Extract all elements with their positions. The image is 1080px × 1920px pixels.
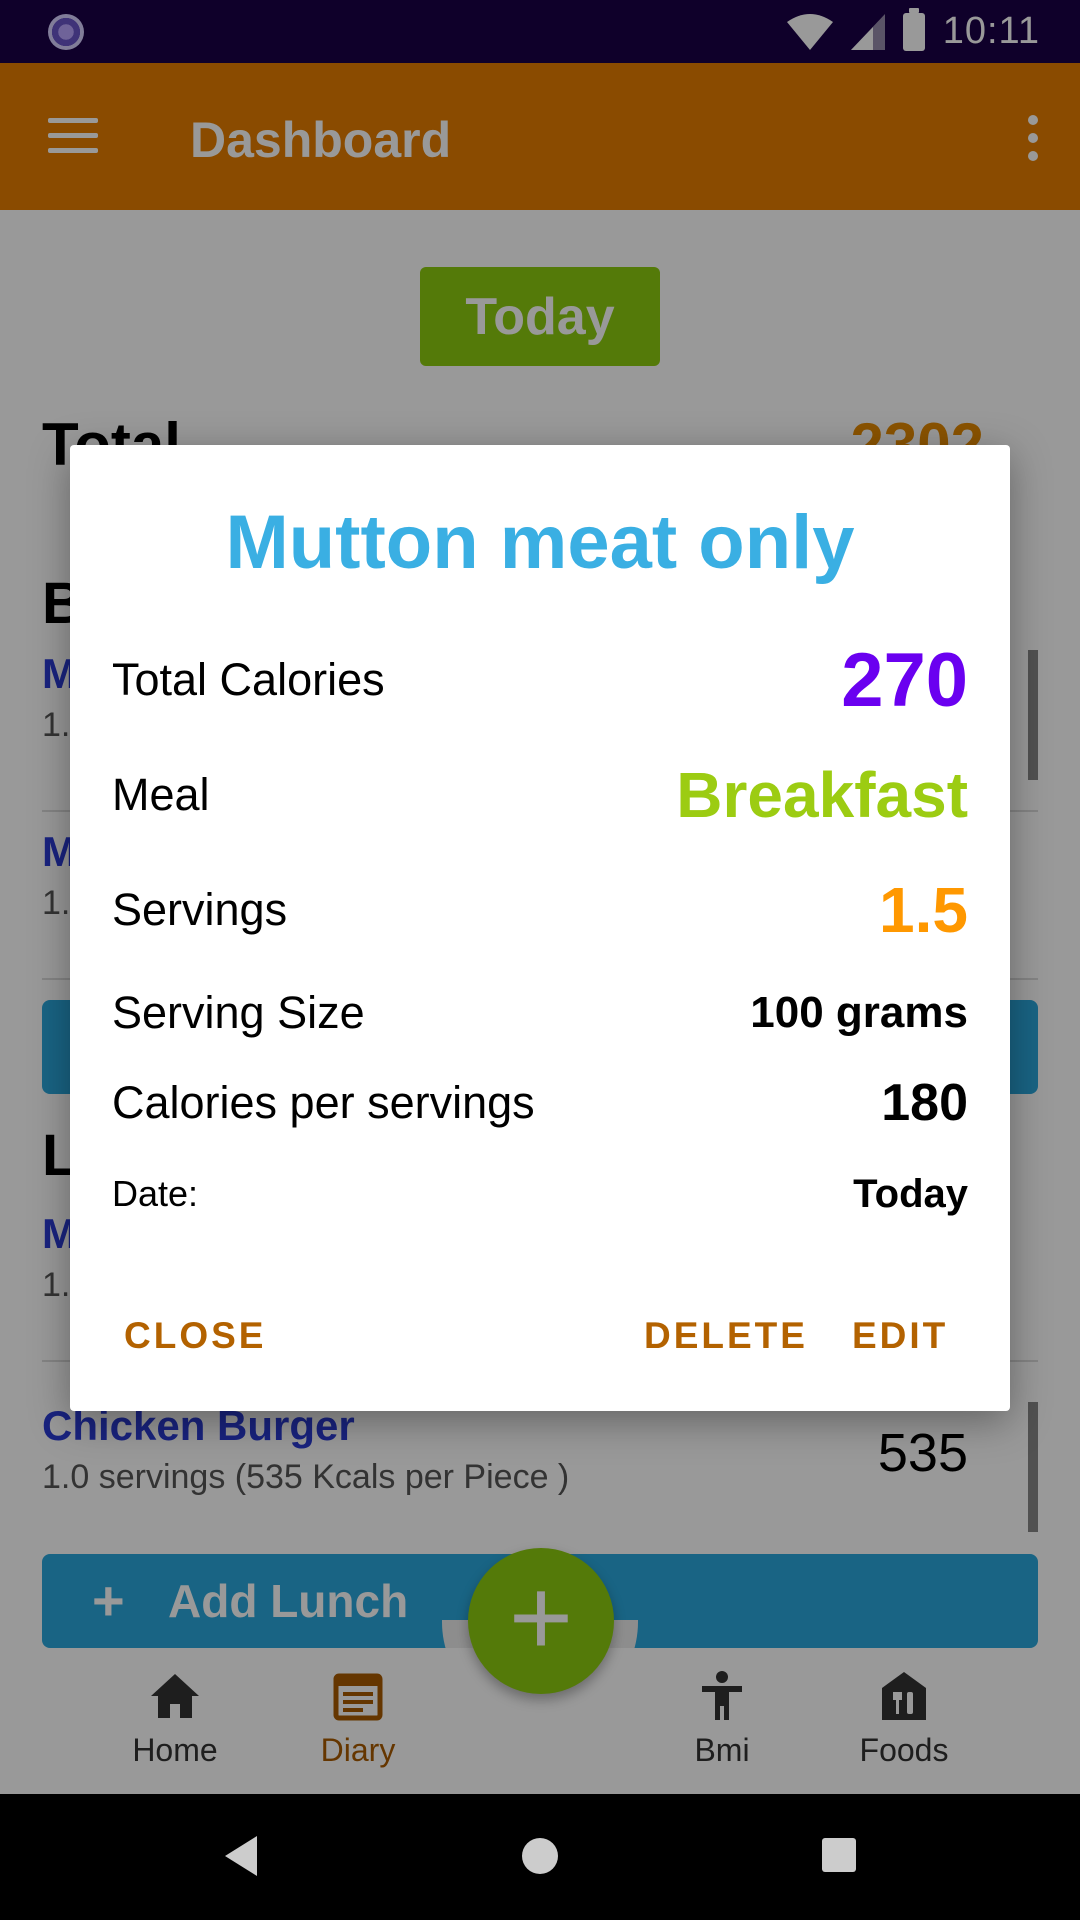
total-calories-row: Total Calories 270 xyxy=(112,635,968,725)
delete-button[interactable]: DELETE xyxy=(644,1315,808,1357)
date-label: Date: xyxy=(112,1173,199,1214)
calories-per-serving-row: Calories per servings 180 xyxy=(112,1074,968,1132)
back-icon[interactable] xyxy=(225,1836,257,1876)
food-detail-dialog: Mutton meat only Total Calories 270 Meal… xyxy=(70,445,1010,1411)
close-button[interactable]: CLOSE xyxy=(124,1315,266,1357)
home-circle-icon[interactable] xyxy=(522,1838,558,1874)
meal-row: Meal Breakfast xyxy=(112,759,968,831)
edit-button[interactable]: EDIT xyxy=(852,1315,948,1357)
recents-icon[interactable] xyxy=(822,1838,856,1872)
servings-value: 1.5 xyxy=(879,874,968,946)
total-calories-value: 270 xyxy=(841,637,968,723)
serving-size-value: 100 grams xyxy=(750,988,968,1037)
serving-size-row: Serving Size 100 grams xyxy=(112,985,968,1041)
calories-per-serving-label: Calories per servings xyxy=(112,1077,535,1128)
date-row: Date: Today xyxy=(112,1169,968,1219)
date-value: Today xyxy=(853,1171,968,1216)
system-nav-bar xyxy=(0,1794,1080,1920)
meal-value: Breakfast xyxy=(676,759,968,831)
dialog-title: Mutton meat only xyxy=(225,500,855,585)
servings-label: Servings xyxy=(112,884,288,935)
serving-size-label: Serving Size xyxy=(112,987,365,1038)
total-calories-label: Total Calories xyxy=(112,654,385,705)
meal-label: Meal xyxy=(112,769,210,820)
calories-per-serving-value: 180 xyxy=(881,1074,968,1132)
servings-row: Servings 1.5 xyxy=(112,874,968,946)
